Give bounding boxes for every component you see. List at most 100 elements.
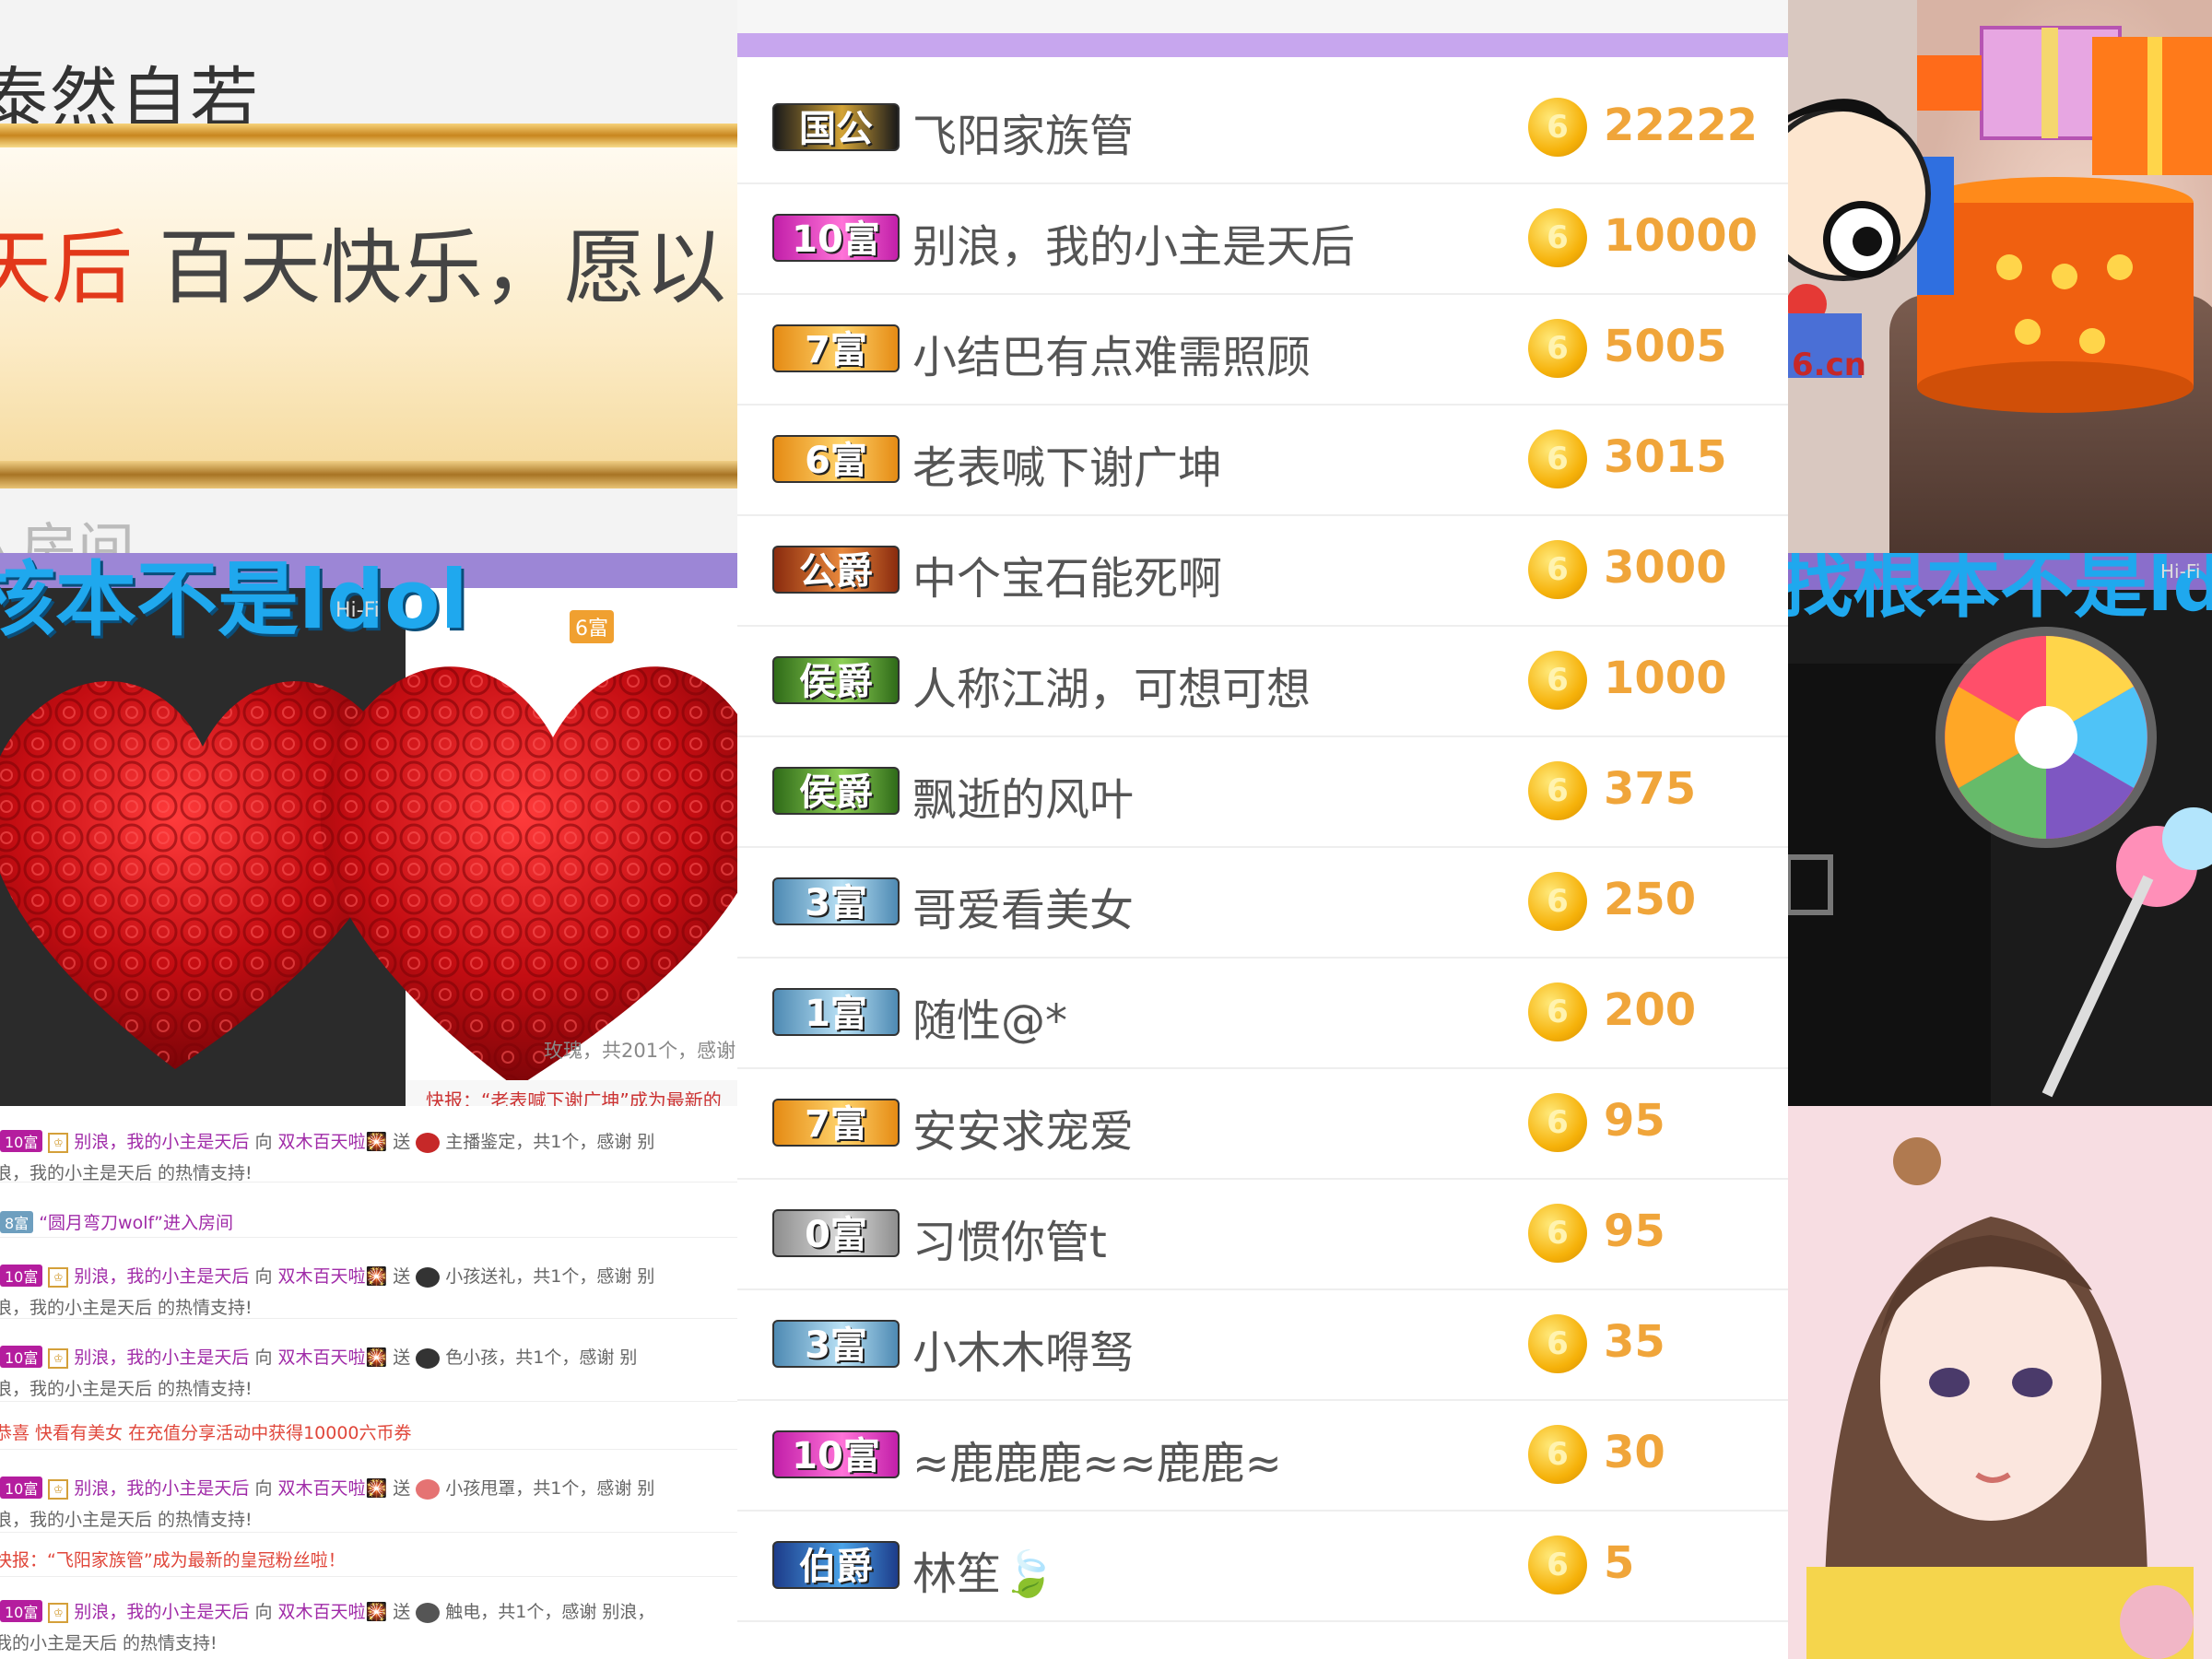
contribution-leaderboard: 国公 飞阳家族管 6 22222 10富 别浪，我的小主是天后 6 10000 7富 小结巴有点难… [737, 0, 1788, 1659]
rank-badge: 国公 [772, 103, 900, 151]
contribution-amount: 30 [1604, 1427, 1665, 1478]
coin-icon: 6 [1528, 761, 1587, 820]
contribution-amount: 200 [1604, 984, 1697, 1036]
rank-badge: 3富 [772, 877, 900, 925]
leaderboard-row[interactable]: 0富 习惯你管t 6 95 [737, 1178, 1788, 1290]
chat-gift: 主播鉴定，共1个，感谢 别 [445, 1132, 655, 1152]
chat-sender[interactable]: 别浪，我的小主是天后 [74, 1602, 249, 1622]
rank-badge: 1富 [772, 988, 900, 1036]
user-name[interactable]: 飞阳家族管 [912, 100, 1134, 164]
chat-message: 10富 ♔ 别浪，我的小主是天后 向 双木百天啦🎇 送 触电，共1个，感谢 别浪， 我… [0, 1578, 737, 1659]
rank-badge: 10富 [772, 1430, 900, 1478]
chat-message: 10富 ♔ 别浪，我的小主是天后 向 双木百天啦🎇 送 主播鉴定，共1个，感谢 别 浪… [0, 1106, 737, 1183]
banner-highlight: 天后 [0, 220, 134, 315]
rank-badge: 伯爵 [772, 1541, 900, 1589]
contribution-amount: 22222 [1604, 100, 1758, 151]
level-badge: 10富 [0, 1477, 43, 1499]
contribution-amount: 3000 [1604, 542, 1727, 594]
chat-thanks: 浪，我的小主是天后 的热情支持! [0, 1298, 253, 1318]
user-name[interactable]: 安安求宠爱 [912, 1095, 1134, 1159]
contribution-amount: 95 [1604, 1095, 1665, 1147]
chat-sender[interactable]: 别浪，我的小主是天后 [74, 1478, 249, 1499]
leaderboard-row[interactable]: 侯爵 人称江湖，可想可想 6 1000 [737, 625, 1788, 737]
leaderboard-row[interactable]: 3富 哥爱看美女 6 250 [737, 846, 1788, 959]
user-name[interactable]: 随性@* [912, 984, 1067, 1049]
chat-thanks: 浪，我的小主是天后 的热情支持! [0, 1510, 253, 1530]
user-name[interactable]: ≈鹿鹿鹿≈≈鹿鹿≈ [912, 1427, 1282, 1491]
coin-icon: 6 [1528, 429, 1587, 488]
contribution-amount: 1000 [1604, 653, 1727, 704]
banner-bottom-text: 入房间 [0, 516, 135, 553]
chat-log[interactable]: 10富 ♔ 别浪，我的小主是天后 向 双木百天啦🎇 送主播鉴定，共1个，感谢 别 浪… [0, 1106, 737, 1659]
user-name[interactable]: 哥爱看美女 [912, 874, 1134, 938]
chat-target[interactable]: 双木百天啦🎇 [278, 1132, 388, 1152]
chat-gift: 色小孩，共1个，感谢 别 [445, 1347, 638, 1368]
user-name[interactable]: 飘逝的风叶 [912, 763, 1134, 828]
rank-badge: 0富 [772, 1209, 900, 1257]
user-name[interactable]: 人称江湖，可想可想 [912, 653, 1311, 717]
chat-target[interactable]: 双木百天啦🎇 [278, 1602, 388, 1622]
chat-verb: 向 [254, 1478, 273, 1499]
chat-sender[interactable]: 别浪，我的小主是天后 [74, 1266, 249, 1287]
rank-badge: 7富 [772, 1099, 900, 1147]
chat-send: 送 [393, 1602, 411, 1622]
leaderboard-row[interactable]: 伯爵 林笙🍃 6 5 [737, 1510, 1788, 1622]
coin-icon: 6 [1528, 651, 1587, 710]
anchor-icon: ♔ [48, 1132, 69, 1153]
user-name[interactable]: 小木木嘚驽 [912, 1316, 1134, 1381]
rank-badge: 7富 [772, 324, 900, 372]
contribution-amount: 95 [1604, 1206, 1665, 1257]
user-name[interactable]: 习惯你管t [912, 1206, 1107, 1270]
chat-target[interactable]: 双木百天啦🎇 [278, 1347, 388, 1368]
hifi-label: Hi-Fi [335, 599, 380, 622]
user-name[interactable]: 林笙🍃 [912, 1537, 1056, 1602]
level-badge: 10富 [0, 1130, 43, 1152]
chat-message: 快报：“飞阳家族管”成为最新的皇冠粉丝啦！ [0, 1534, 737, 1577]
leaderboard-row[interactable]: 公爵 中个宝石能死啊 6 3000 [737, 514, 1788, 627]
leaderboard-row[interactable]: 6富 老表喊下谢广坤 6 3015 [737, 404, 1788, 516]
news-notice: 快报：“飞阳家族管”成为最新的皇冠粉丝啦！ [0, 1550, 346, 1571]
user-name[interactable]: 老表喊下谢广坤 [912, 431, 1222, 496]
leaderboard-row[interactable]: 10富 ≈鹿鹿鹿≈≈鹿鹿≈ 6 30 [737, 1399, 1788, 1512]
leaderboard-row[interactable]: 1富 随性@* 6 200 [737, 957, 1788, 1069]
viewer-badge: 6富 [570, 610, 614, 643]
user-name[interactable]: 中个宝石能死啊 [912, 542, 1222, 606]
leaderboard-row[interactable]: 3富 小木木嘚驽 6 35 [737, 1288, 1788, 1401]
level-badge: 10富 [0, 1265, 43, 1287]
coin-icon: 6 [1528, 1314, 1587, 1373]
leaderboard-row[interactable]: 10富 别浪，我的小主是天后 6 10000 [737, 182, 1788, 295]
gift-caption: 玫瑰，共201个，感谢 [544, 1040, 736, 1062]
chat-send: 送 [393, 1347, 411, 1368]
chat-sender[interactable]: 别浪，我的小主是天后 [74, 1347, 249, 1368]
host-selfie-image [1788, 1106, 2212, 1659]
banner-message: 百天快乐，愿以 [133, 220, 726, 315]
chat-verb: 向 [254, 1347, 273, 1368]
user-name[interactable]: 别浪，我的小主是天后 [912, 210, 1355, 275]
chat-target[interactable]: 双木百天啦🎇 [278, 1478, 388, 1499]
leaderboard-row[interactable]: 侯爵 飘逝的风叶 6 375 [737, 735, 1788, 848]
banner-panel: 泰然自若 天后 百天快乐，愿以 入房间 [0, 0, 737, 553]
chat-target[interactable]: 双木百天啦🎇 [278, 1266, 388, 1287]
user-name[interactable]: 小结巴有点难需照顾 [912, 321, 1311, 385]
leaderboard-row[interactable]: 国公 飞阳家族管 6 22222 [737, 72, 1788, 184]
coin-icon: 6 [1528, 208, 1587, 267]
contribution-amount: 3015 [1604, 431, 1727, 483]
contribution-amount: 5 [1604, 1537, 1635, 1589]
contribution-amount: 375 [1604, 763, 1697, 815]
contribution-amount: 10000 [1604, 210, 1758, 262]
chat-message: 10富 ♔ 别浪，我的小主是天后 向 双木百天啦🎇 送 小孩送礼，共1个，感谢 别 浪… [0, 1239, 737, 1319]
anchor-icon: ♔ [48, 1266, 69, 1288]
leaderboard-topbar [737, 0, 1788, 33]
leaderboard-row[interactable]: 7富 安安求宠爱 6 95 [737, 1067, 1788, 1180]
news-text: 快报：“老表喊下谢广坤”成为最新的 [426, 1089, 722, 1106]
chat-sender[interactable]: 别浪，我的小主是天后 [74, 1132, 249, 1152]
anchor-icon: ♔ [48, 1602, 69, 1623]
coin-icon: 6 [1528, 1425, 1587, 1484]
rank-badge: 6富 [772, 435, 900, 483]
coin-icon: 6 [1528, 540, 1587, 599]
gift-icon [416, 1602, 441, 1623]
host-selfie [1788, 1106, 2212, 1659]
stream-right-panel: 找根本不是ld Hi-Fi [1788, 553, 2212, 1106]
leaderboard-row[interactable]: 7富 小结巴有点难需照顾 6 5005 [737, 293, 1788, 406]
mascot-logo: 6.cn [1792, 347, 1866, 383]
